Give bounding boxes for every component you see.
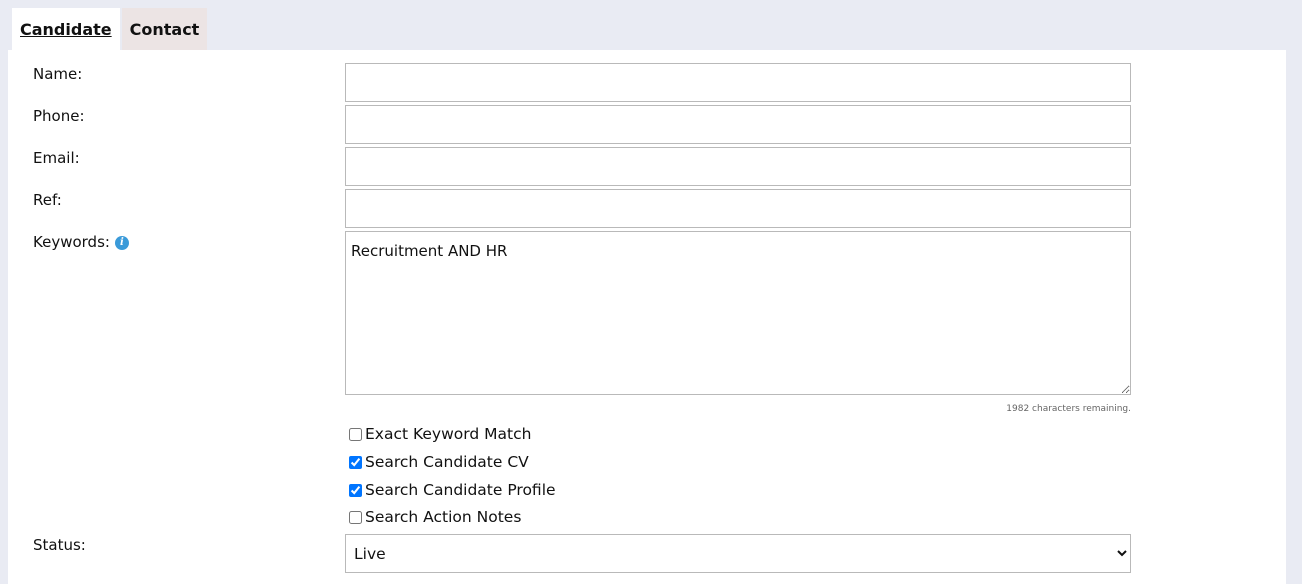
tab-contact[interactable]: Contact [121,8,208,50]
status-label: Status: [33,536,86,554]
phone-label: Phone: [33,107,85,125]
name-label: Name: [33,65,83,83]
status-select[interactable]: Live [345,534,1131,573]
email-input[interactable] [345,147,1131,186]
info-icon[interactable]: i [114,235,129,250]
ref-label: Ref: [33,191,62,209]
tab-bar: Candidate Contact [12,8,208,50]
name-input[interactable] [345,63,1131,102]
exact-keyword-match-checkbox[interactable] [349,427,362,441]
search-candidate-cv-label: Search Candidate CV [365,453,529,471]
exact-keyword-match-label: Exact Keyword Match [365,425,532,443]
email-label: Email: [33,149,80,167]
keywords-label: Keywords: [33,233,110,251]
search-candidate-profile-label: Search Candidate Profile [365,481,556,499]
phone-input[interactable] [345,105,1131,144]
ref-input[interactable] [345,189,1131,228]
search-candidate-cv-option[interactable]: Search Candidate CV [347,453,529,471]
tab-candidate[interactable]: Candidate [12,8,120,50]
keywords-label-group: Keywords: i [33,233,129,251]
keywords-textarea[interactable]: Recruitment AND HR [345,231,1131,395]
search-candidate-profile-option[interactable]: Search Candidate Profile [347,481,556,499]
exact-keyword-match-option[interactable]: Exact Keyword Match [347,425,531,443]
search-candidate-cv-checkbox[interactable] [349,455,362,469]
search-action-notes-option[interactable]: Search Action Notes [347,508,521,526]
search-action-notes-label: Search Action Notes [365,508,522,526]
characters-remaining: 1982 characters remaining. [1006,404,1131,414]
search-action-notes-checkbox[interactable] [349,510,362,524]
search-candidate-profile-checkbox[interactable] [349,483,362,497]
candidate-search-panel: Name: Phone: Email: Ref: Keywords: i Recr… [8,50,1286,584]
